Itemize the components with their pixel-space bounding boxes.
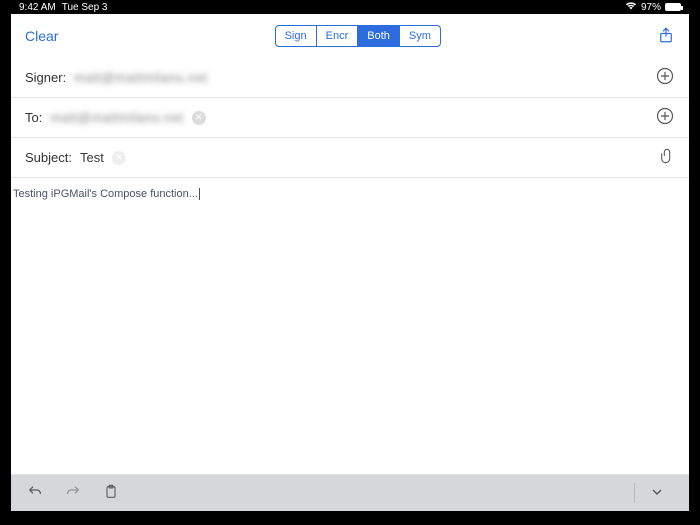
seg-sign[interactable]: Sign bbox=[276, 26, 317, 46]
separator bbox=[634, 483, 635, 503]
status-time: 9:42 AM bbox=[19, 2, 56, 13]
add-recipient-icon[interactable] bbox=[655, 106, 675, 129]
battery-icon bbox=[665, 3, 681, 11]
battery-pct: 97% bbox=[641, 2, 661, 13]
clear-subject-icon[interactable]: ✕ bbox=[112, 151, 126, 165]
subject-value[interactable]: Test bbox=[80, 150, 104, 165]
signer-label: Signer: bbox=[25, 70, 66, 85]
status-bar: 9:42 AM Tue Sep 3 97% bbox=[11, 0, 689, 14]
clipboard-icon[interactable] bbox=[103, 484, 119, 503]
add-signer-icon[interactable] bbox=[655, 66, 675, 89]
keyboard-toolbar bbox=[11, 475, 689, 511]
dismiss-keyboard-icon[interactable] bbox=[649, 484, 665, 503]
seg-sym[interactable]: Sym bbox=[400, 26, 440, 46]
compose-toolbar: Clear Sign Encr Both Sym bbox=[11, 14, 689, 58]
to-row[interactable]: To: matt@mattmilano.net ✕ bbox=[11, 98, 689, 138]
clear-button[interactable]: Clear bbox=[25, 28, 58, 44]
subject-label: Subject: bbox=[25, 150, 72, 165]
message-body[interactable]: Testing iPGMail's Compose function... bbox=[11, 178, 689, 475]
seg-encr[interactable]: Encr bbox=[317, 26, 359, 46]
clear-to-icon[interactable]: ✕ bbox=[192, 111, 206, 125]
body-text: Testing iPGMail's Compose function... bbox=[13, 188, 200, 200]
wifi-icon bbox=[625, 1, 637, 14]
status-date: Tue Sep 3 bbox=[62, 2, 108, 13]
signer-row[interactable]: Signer: matt@mattmilano.net bbox=[11, 58, 689, 98]
share-icon[interactable] bbox=[657, 26, 675, 47]
to-label: To: bbox=[25, 110, 42, 125]
subject-row[interactable]: Subject: Test ✕ bbox=[11, 138, 689, 178]
signer-value: matt@mattmilano.net bbox=[74, 70, 207, 85]
attachment-icon[interactable] bbox=[659, 146, 675, 169]
mode-segmented-control[interactable]: Sign Encr Both Sym bbox=[275, 25, 441, 47]
undo-icon[interactable] bbox=[27, 484, 43, 503]
redo-icon[interactable] bbox=[65, 484, 81, 503]
seg-both[interactable]: Both bbox=[358, 26, 400, 46]
to-value: matt@mattmilano.net bbox=[50, 110, 183, 125]
